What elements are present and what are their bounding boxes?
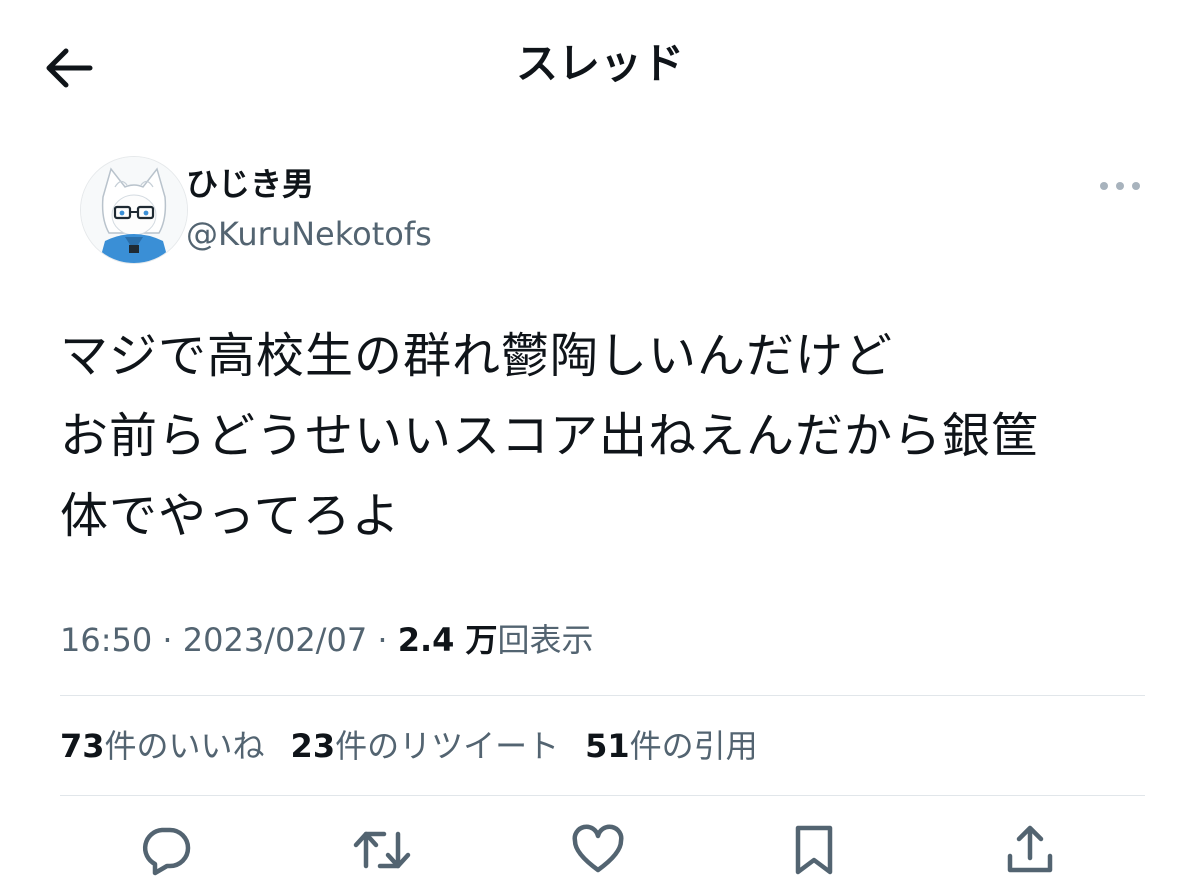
share-icon	[1007, 825, 1053, 873]
retweet-icon	[353, 831, 411, 869]
tweet-text-line: 体でやってろよ	[60, 488, 401, 544]
tweet-text: マジで高校生の群れ鬱陶しいんだけど お前らどうせいいスコア出ねえんだから銀筐 体…	[60, 316, 1170, 556]
tweet-text-line: お前らどうせいいスコア出ねえんだから銀筐	[60, 408, 1041, 464]
header-bar: スレッド	[0, 0, 1200, 130]
like-button[interactable]	[566, 818, 630, 882]
author-handle: @KuruNekotofs	[186, 215, 432, 253]
quotes-count: 51	[585, 727, 630, 765]
tweet-time[interactable]: 16:50	[60, 621, 152, 659]
bookmark-icon	[795, 825, 833, 875]
likes-count: 73	[60, 727, 105, 765]
share-button[interactable]	[998, 818, 1062, 882]
more-horizontal-icon	[1100, 182, 1140, 190]
reply-button[interactable]	[134, 818, 198, 882]
bookmark-button[interactable]	[782, 818, 846, 882]
likes-stat[interactable]: 73件のいいね	[60, 724, 265, 768]
more-options-button[interactable]	[1094, 170, 1146, 202]
views-label: 回表示	[497, 621, 594, 659]
heart-icon	[572, 824, 624, 873]
retweets-stat[interactable]: 23件のリツイート	[291, 724, 560, 768]
divider	[60, 795, 1145, 796]
tweet-meta: 16:50 · 2023/02/07 · 2.4 万回表示	[60, 618, 594, 662]
views-count: 2.4 万	[397, 621, 498, 659]
retweets-count: 23	[290, 727, 336, 765]
retweet-button[interactable]	[350, 818, 414, 882]
reply-icon	[142, 827, 191, 876]
engagement-stats: 73件のいいね 23件のリツイート 51件の引用	[60, 724, 758, 768]
retweets-label: 件のリツイート	[335, 727, 560, 765]
quotes-label: 件の引用	[629, 727, 758, 765]
meta-separator: ·	[377, 621, 388, 659]
author-display-name[interactable]: ひじき男	[186, 162, 314, 206]
tweet-text-line: マジで高校生の群れ鬱陶しいんだけど	[60, 328, 894, 384]
meta-separator: ·	[162, 621, 173, 659]
quotes-stat[interactable]: 51件の引用	[585, 724, 758, 768]
cat-ear-character-avatar	[81, 157, 187, 263]
tweet-date[interactable]: 2023/02/07	[183, 621, 367, 659]
divider	[60, 695, 1145, 696]
avatar[interactable]	[80, 156, 188, 264]
likes-label: 件のいいね	[104, 727, 265, 765]
page-title: スレッド	[515, 39, 684, 88]
